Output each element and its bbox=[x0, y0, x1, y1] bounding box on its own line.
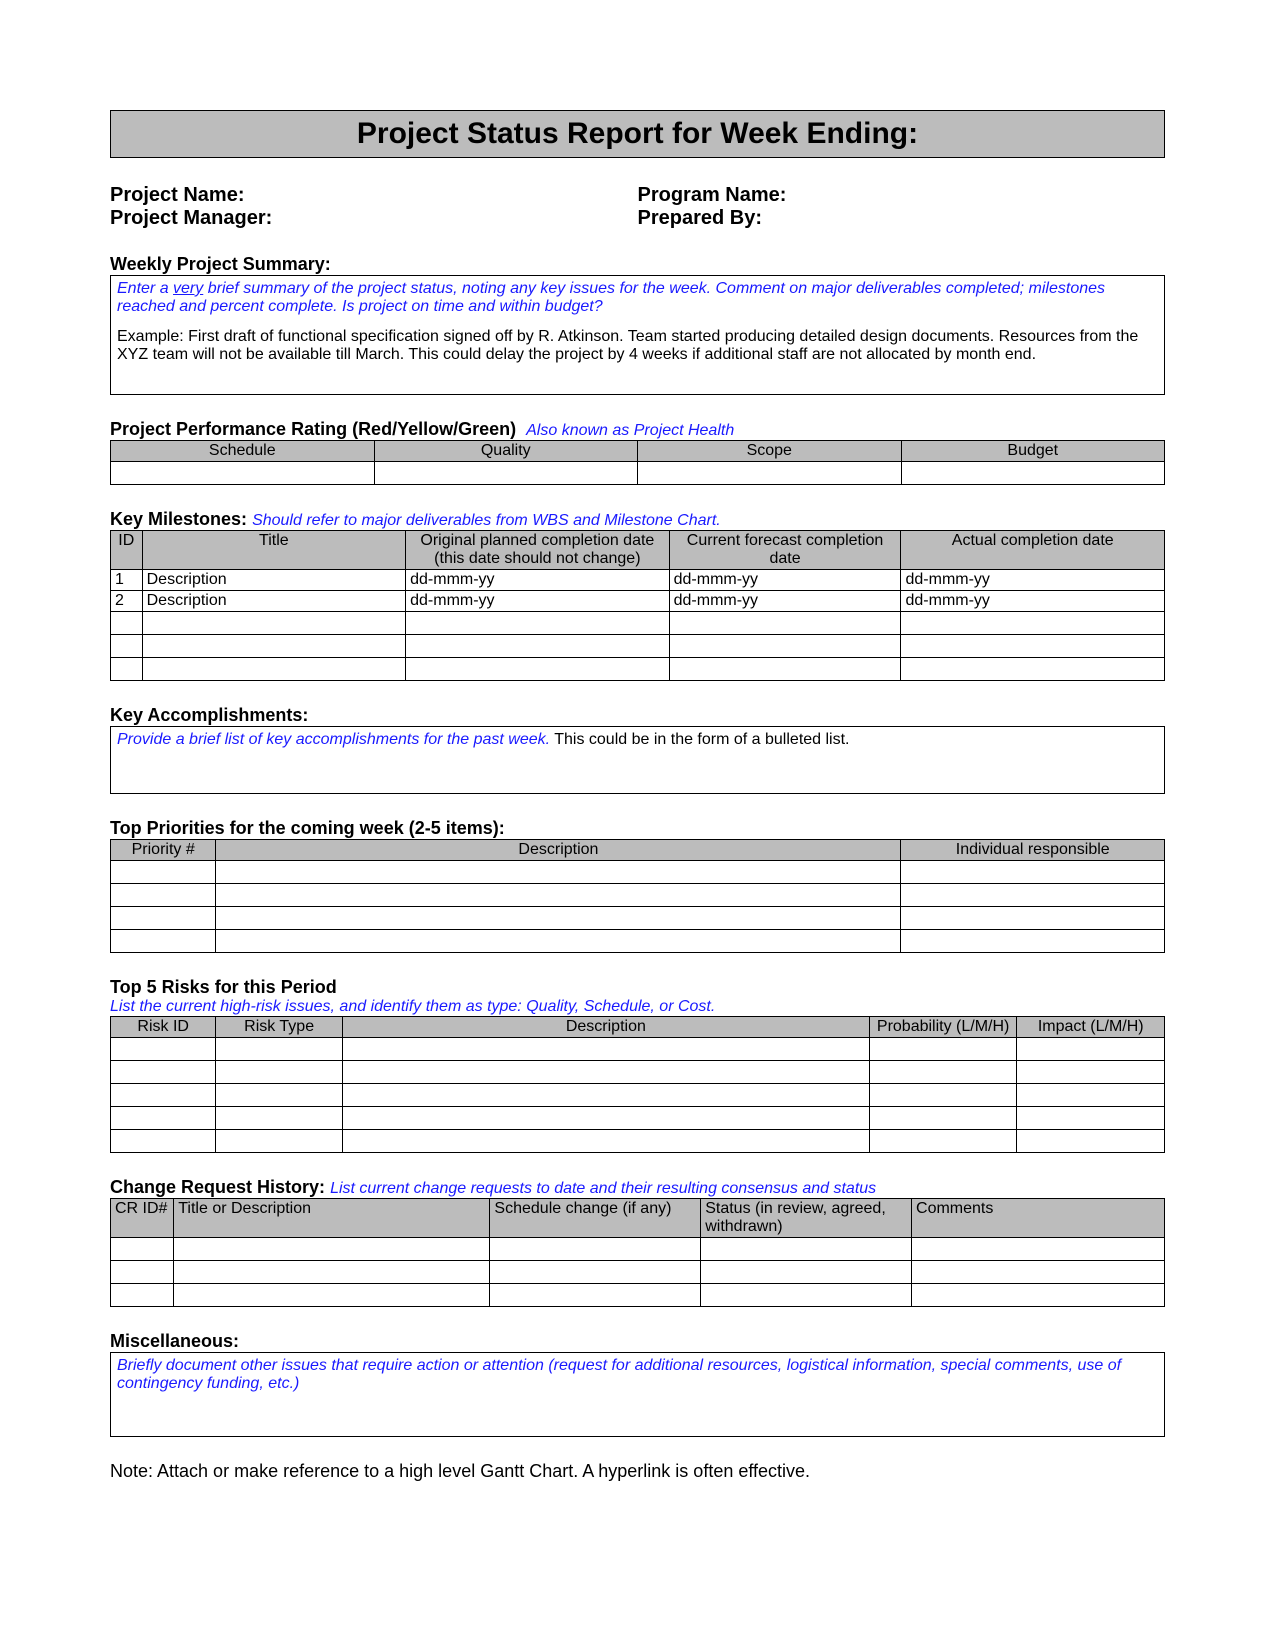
summary-instr-pt2: brief summary of the project status, not… bbox=[117, 280, 1105, 315]
prepared-by-label: Prepared By: bbox=[638, 207, 1166, 230]
priorities-col-0: Priority # bbox=[111, 840, 216, 861]
milestones-col-4: Actual completion date bbox=[901, 531, 1165, 570]
cell: dd-mmm-yy bbox=[901, 570, 1165, 591]
milestones-col-0: ID bbox=[111, 531, 143, 570]
cell: dd-mmm-yy bbox=[406, 591, 670, 612]
performance-table: Schedule Quality Scope Budget bbox=[110, 440, 1165, 485]
milestones-hint: Should refer to major deliverables from … bbox=[252, 512, 721, 529]
risks-heading: Top 5 Risks for this Period bbox=[110, 977, 1165, 998]
cell: Description bbox=[142, 591, 406, 612]
milestones-col-2: Original planned completion date (this d… bbox=[406, 531, 670, 570]
cell: dd-mmm-yy bbox=[406, 570, 670, 591]
cell: dd-mmm-yy bbox=[669, 591, 901, 612]
changes-col-0: CR ID# bbox=[111, 1199, 174, 1238]
summary-example: Example: First draft of functional speci… bbox=[117, 328, 1158, 364]
table-row: 2 Description dd-mmm-yy dd-mmm-yy dd-mmm… bbox=[111, 591, 1165, 612]
changes-col-2: Schedule change (if any) bbox=[490, 1199, 701, 1238]
project-manager-label: Project Manager: bbox=[110, 207, 638, 230]
priorities-heading: Top Priorities for the coming week (2-5 … bbox=[110, 818, 1165, 839]
risks-col-2: Description bbox=[342, 1017, 869, 1038]
risks-col-1: Risk Type bbox=[216, 1017, 342, 1038]
accomp-instr: Provide a brief list of key accomplishme… bbox=[117, 731, 550, 748]
misc-instr: Briefly document other issues that requi… bbox=[117, 1357, 1121, 1392]
risks-col-4: Impact (L/M/H) bbox=[1017, 1017, 1165, 1038]
summary-heading: Weekly Project Summary: bbox=[110, 254, 1165, 275]
summary-instr-pt1: Enter a bbox=[117, 280, 173, 297]
performance-col-3: Budget bbox=[901, 441, 1165, 462]
project-name-label: Project Name: bbox=[110, 184, 638, 207]
misc-heading: Miscellaneous: bbox=[110, 1331, 1165, 1352]
performance-hint: Also known as Project Health bbox=[526, 422, 734, 439]
changes-heading: Change Request History: bbox=[110, 1177, 325, 1197]
table-row: 1 Description dd-mmm-yy dd-mmm-yy dd-mmm… bbox=[111, 570, 1165, 591]
milestones-col-1: Title bbox=[142, 531, 406, 570]
cell: Description bbox=[142, 570, 406, 591]
misc-box: Briefly document other issues that requi… bbox=[110, 1352, 1165, 1437]
accomp-box: Provide a brief list of key accomplishme… bbox=[110, 726, 1165, 794]
priorities-col-1: Description bbox=[216, 840, 901, 861]
cell: 2 bbox=[111, 591, 143, 612]
accomp-heading: Key Accomplishments: bbox=[110, 705, 1165, 726]
performance-heading: Project Performance Rating (Red/Yellow/G… bbox=[110, 419, 516, 439]
cell: dd-mmm-yy bbox=[901, 591, 1165, 612]
risks-table: Risk ID Risk Type Description Probabilit… bbox=[110, 1016, 1165, 1153]
footer-note: Note: Attach or make reference to a high… bbox=[110, 1461, 1165, 1482]
cell: 1 bbox=[111, 570, 143, 591]
changes-table: CR ID# Title or Description Schedule cha… bbox=[110, 1198, 1165, 1307]
changes-col-4: Comments bbox=[912, 1199, 1165, 1238]
priorities-col-2: Individual responsible bbox=[901, 840, 1165, 861]
performance-col-2: Scope bbox=[638, 441, 902, 462]
summary-box: Enter a very brief summary of the projec… bbox=[110, 275, 1165, 395]
summary-instr-under: very bbox=[173, 280, 203, 297]
milestones-heading: Key Milestones: bbox=[110, 509, 247, 529]
priorities-table: Priority # Description Individual respon… bbox=[110, 839, 1165, 953]
risks-col-3: Probability (L/M/H) bbox=[869, 1017, 1017, 1038]
changes-hint: List current change requests to date and… bbox=[330, 1180, 876, 1197]
risks-col-0: Risk ID bbox=[111, 1017, 216, 1038]
accomp-instr2: This could be in the form of a bulleted … bbox=[550, 731, 849, 748]
program-name-label: Program Name: bbox=[638, 184, 1166, 207]
milestones-table: ID Title Original planned completion dat… bbox=[110, 530, 1165, 681]
performance-col-0: Schedule bbox=[111, 441, 375, 462]
changes-col-3: Status (in review, agreed, withdrawn) bbox=[701, 1199, 912, 1238]
milestones-col-3: Current forecast completion date bbox=[669, 531, 901, 570]
document-title: Project Status Report for Week Ending: bbox=[110, 110, 1165, 158]
cell: dd-mmm-yy bbox=[669, 570, 901, 591]
performance-col-1: Quality bbox=[374, 441, 638, 462]
risks-hint: List the current high-risk issues, and i… bbox=[110, 998, 1165, 1016]
changes-col-1: Title or Description bbox=[174, 1199, 490, 1238]
